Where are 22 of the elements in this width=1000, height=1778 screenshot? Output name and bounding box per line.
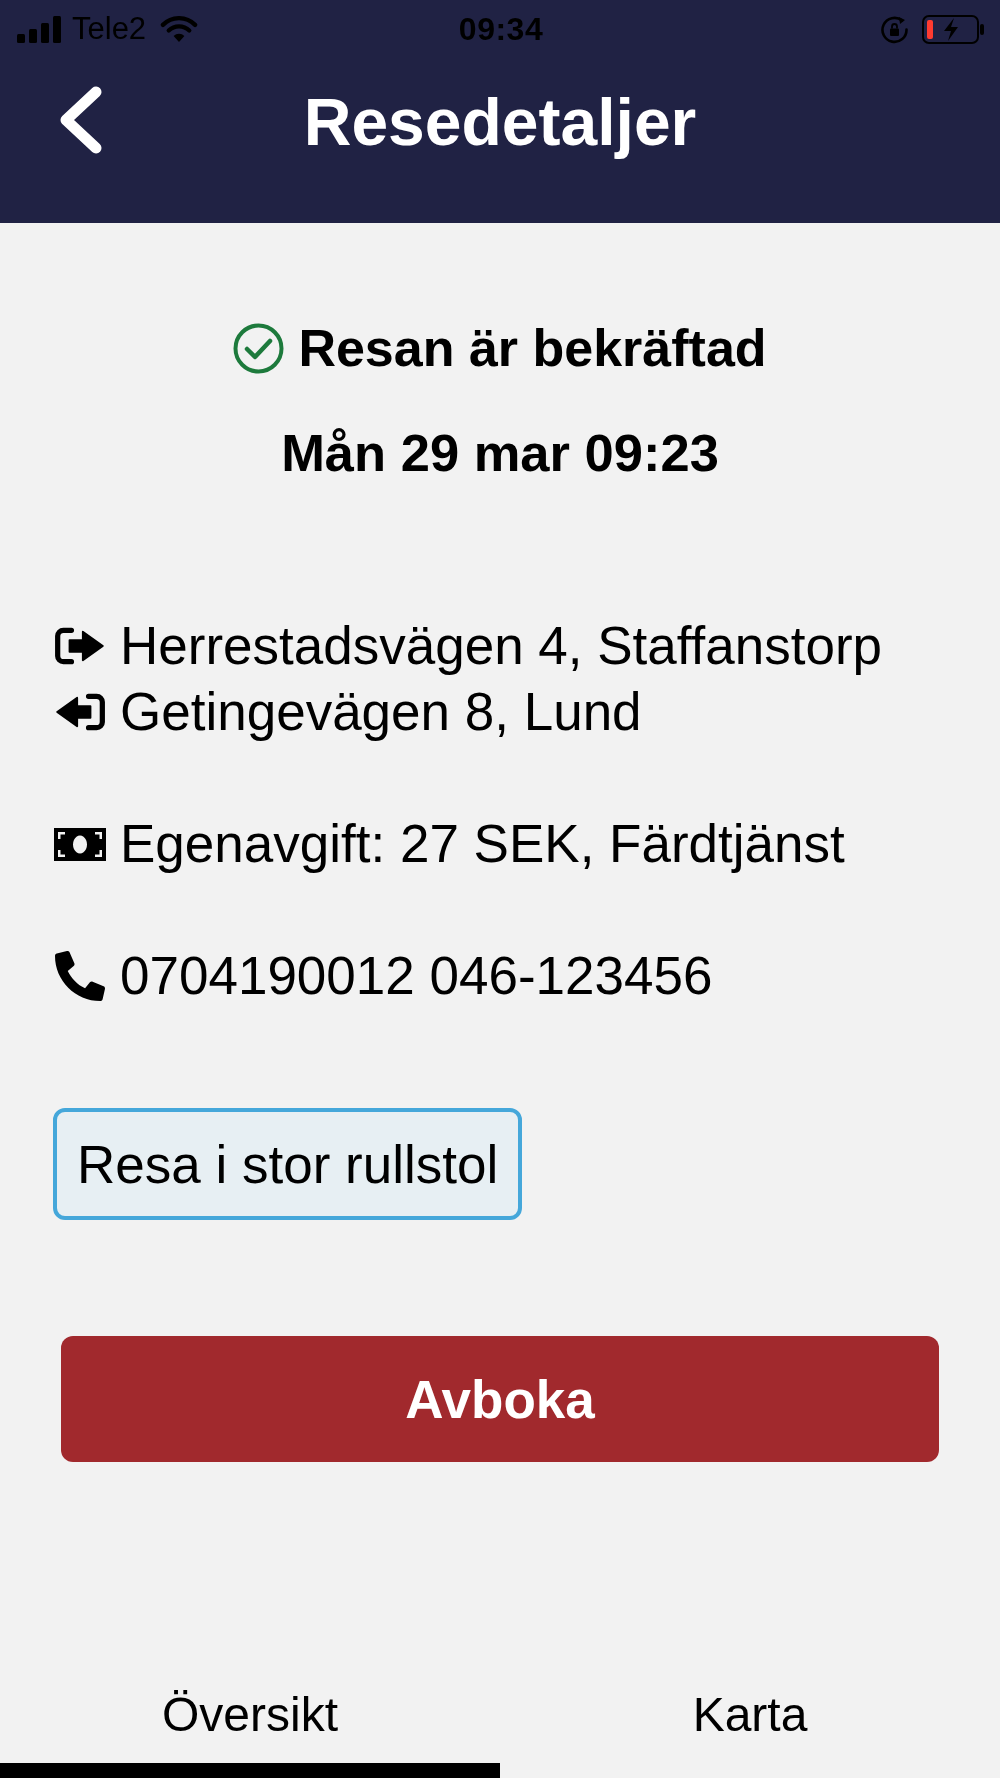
exit-arrow-icon [53,627,106,665]
phone-numbers: 0704190012 046-123456 [120,945,713,1007]
cancel-button[interactable]: Avboka [61,1336,939,1462]
dropoff-address: Getingevägen 8, Lund [120,681,642,743]
fee-text: Egenavgift: 27 SEK, Färdtjänst [120,813,845,875]
battery-icon [922,14,985,44]
entry-arrow-icon [53,693,106,731]
booking-status: Resan är bekräftad [298,318,767,378]
pickup-address: Herrestadsvägen 4, Staffanstorp [120,615,883,677]
travel-need-tag: Resa i stor rullstol [53,1108,523,1220]
carrier-name: Tele2 [72,12,147,46]
phone-icon [54,951,105,1001]
tab[interactable]: Översikt [0,1660,500,1778]
chevron-left-icon [60,86,102,154]
status-time: 09:34 [458,12,544,46]
orientation-lock-icon [880,14,909,44]
wifi-icon [160,15,199,43]
booking-datetime: Mån 29 mar 09:23 [281,423,719,483]
banknote-icon [53,827,106,861]
tab[interactable]: Karta [500,1660,1000,1778]
back-button[interactable] [60,86,102,154]
signal-icon [17,15,62,43]
